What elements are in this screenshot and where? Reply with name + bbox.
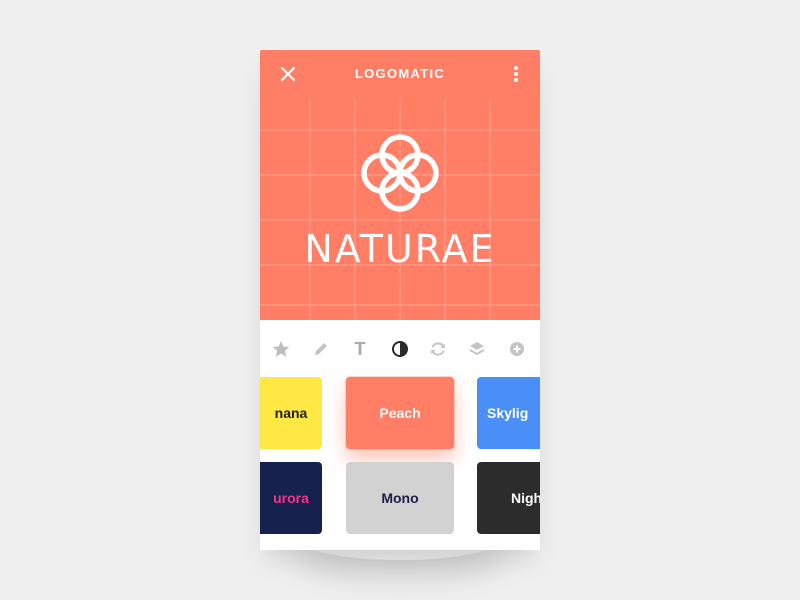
layers-icon xyxy=(469,342,485,356)
layers-tool-button[interactable] xyxy=(467,339,487,359)
theme-label: nana xyxy=(274,405,308,421)
text-icon: T xyxy=(354,339,366,359)
refresh-tool-button[interactable] xyxy=(428,339,448,359)
theme-swatch-mono[interactable]: Mono xyxy=(346,462,454,534)
edit-toolbar: T xyxy=(260,332,540,362)
top-bar: LOGOMATIC xyxy=(260,50,540,98)
theme-label: urora xyxy=(273,490,309,506)
more-vertical-icon xyxy=(514,66,518,82)
contrast-tool-button[interactable] xyxy=(390,339,410,359)
pencil-icon xyxy=(315,343,327,355)
pencil-tool-button[interactable] xyxy=(311,339,331,359)
theme-swatch-banana[interactable]: nana xyxy=(260,377,322,449)
add-circle-icon xyxy=(510,342,524,356)
app-title: LOGOMATIC xyxy=(354,66,446,81)
add-tool-button[interactable] xyxy=(507,339,527,359)
brand-name[interactable]: NATURAE xyxy=(260,227,540,271)
theme-label: Peach xyxy=(379,405,421,421)
star-tool-button[interactable] xyxy=(271,339,291,359)
app-window: LOGOMATIC NATURAE T nana Peach Skylig ur… xyxy=(260,50,540,550)
theme-swatch-aurora[interactable]: urora xyxy=(260,462,322,534)
theme-label: Skylig xyxy=(487,405,529,421)
theme-swatch-night[interactable]: Nigh xyxy=(477,462,540,534)
theme-label: Mono xyxy=(381,490,419,506)
text-tool-button[interactable]: T xyxy=(350,339,370,359)
theme-label: Nigh xyxy=(511,490,540,506)
theme-swatch-peach[interactable]: Peach xyxy=(346,377,454,449)
flower-knot-icon xyxy=(361,134,439,212)
logo-canvas[interactable]: LOGOMATIC NATURAE xyxy=(260,50,540,320)
theme-swatch-skylight[interactable]: Skylig xyxy=(477,377,540,449)
star-icon xyxy=(272,341,290,357)
refresh-icon xyxy=(431,342,445,356)
more-options-button[interactable] xyxy=(510,64,522,84)
contrast-icon xyxy=(392,341,408,357)
